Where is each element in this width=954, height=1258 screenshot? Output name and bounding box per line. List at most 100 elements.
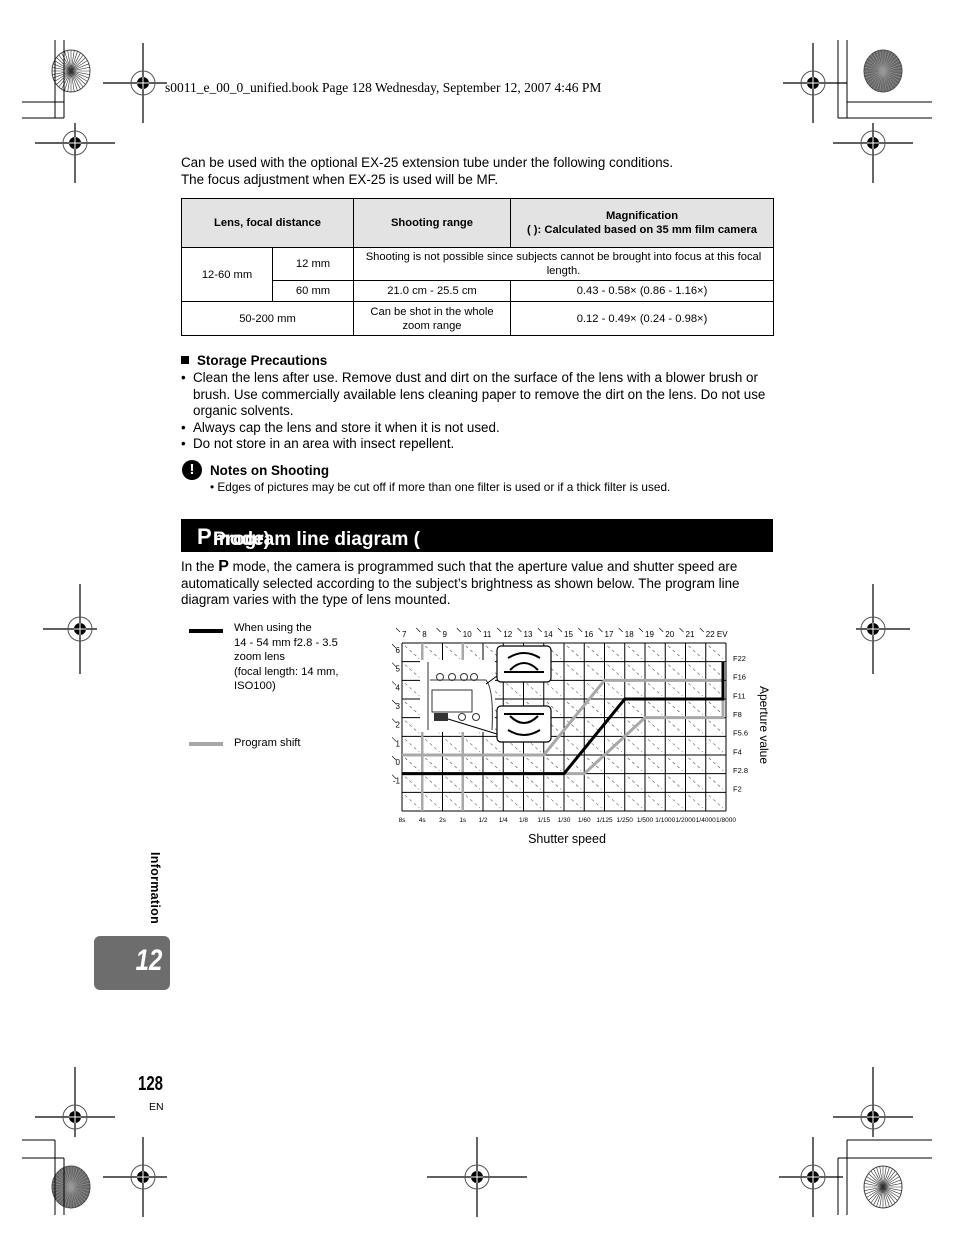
chapter-number: 12 — [135, 944, 162, 977]
x-tick-label: 1s — [459, 817, 467, 824]
ev-diagonal — [668, 776, 683, 790]
ev-tick-mark — [618, 627, 623, 633]
ev-tick-label: 17 — [605, 630, 614, 639]
x-tick-label: 1/60 — [578, 817, 591, 824]
ev-diagonal — [425, 739, 440, 753]
ev-diagonal — [485, 776, 501, 790]
ev-tick-mark — [476, 627, 482, 633]
ev-diagonal — [607, 795, 622, 809]
ev-diagonal — [404, 664, 420, 678]
ev-diagonal — [607, 776, 622, 790]
ev-diagonal — [425, 757, 440, 771]
ev-tick-label: 3 — [396, 702, 401, 711]
x-axis-title: Shutter speed — [528, 832, 606, 846]
ev-diagonal — [587, 701, 602, 715]
x-tick-label: 1/2000 — [676, 817, 696, 824]
ev-tick-mark — [517, 627, 522, 633]
ev-diagonal — [445, 795, 460, 809]
ev-tick-mark — [537, 627, 542, 633]
ev-diagonal — [668, 645, 683, 659]
ev-diagonal — [647, 683, 663, 697]
ev-diagonal — [566, 683, 582, 697]
ev-diagonal — [708, 720, 724, 734]
ev-diagonal — [445, 776, 460, 790]
ev-diagonal — [627, 757, 643, 771]
ev-tick-mark — [578, 627, 583, 633]
ev-diagonal — [566, 776, 582, 790]
ev-diagonal — [647, 664, 663, 678]
ev-tick-mark — [659, 627, 664, 633]
ev-diagonal — [688, 720, 703, 734]
ev-tick-label: 10 — [463, 630, 472, 639]
ev-diagonal — [688, 795, 703, 809]
ev-diagonal — [526, 757, 541, 771]
ev-diagonal — [485, 757, 501, 771]
ev-diagonal — [668, 701, 683, 715]
ev-diagonal — [688, 757, 703, 771]
ev-diagonal — [465, 757, 481, 771]
ev-tick-label: 4 — [396, 683, 401, 692]
ev-diagonal — [546, 757, 562, 771]
ev-tick-label: 8 — [422, 630, 427, 639]
x-tick-label: 1/250 — [617, 817, 634, 824]
x-tick-label: 1/8 — [519, 817, 528, 824]
y-tick-label: F16 — [733, 673, 746, 682]
ev-diagonal — [404, 795, 420, 809]
camera-dial-illustration — [420, 645, 552, 743]
ev-diagonal — [465, 645, 481, 659]
ev-diagonal — [647, 739, 663, 753]
ev-diagonal — [526, 795, 541, 809]
camera-body-bg — [420, 660, 495, 732]
y-axis-title: Aperture value — [757, 686, 771, 764]
ev-diagonal — [506, 776, 521, 790]
ev-diagonal — [404, 739, 420, 753]
ev-tick-label: 15 — [564, 630, 573, 639]
x-tick-label: 1/8000 — [716, 817, 736, 824]
x-tick-label: 1/15 — [537, 817, 550, 824]
ev-diagonal — [445, 757, 460, 771]
page-number: 128 — [138, 1073, 164, 1095]
ev-diagonal — [627, 645, 643, 659]
ev-diagonal — [627, 664, 643, 678]
x-tick-label: 1/4000 — [696, 817, 716, 824]
ev-tick-label: 7 — [402, 630, 407, 639]
ev-diagonal — [688, 683, 703, 697]
ev-diagonal — [587, 645, 602, 659]
ev-diagonal — [647, 757, 663, 771]
ev-diagonal — [708, 739, 724, 753]
ev-tick-label: 16 — [584, 630, 593, 639]
ev-diagonal — [647, 645, 663, 659]
ev-diagonal — [647, 701, 663, 715]
ev-diagonal — [607, 664, 622, 678]
ev-diagonal — [425, 645, 440, 659]
ev-tick-label: 18 — [625, 630, 634, 639]
ev-diagonal — [506, 757, 521, 771]
ev-diagonal — [708, 776, 724, 790]
ev-diagonal — [647, 795, 663, 809]
x-tick-label: 1/1000 — [655, 817, 675, 824]
ev-diagonal — [506, 795, 521, 809]
ev-diagonal — [404, 720, 420, 734]
ev-tick-mark — [699, 627, 704, 633]
ev-tick-mark — [679, 627, 684, 633]
ev-tick-mark — [436, 627, 441, 633]
ev-tick-label: 1 — [396, 739, 401, 748]
ev-diagonal — [708, 683, 724, 697]
ev-diagonal — [465, 776, 481, 790]
ev-diagonal — [425, 795, 440, 809]
ev-tick-label: 21 — [686, 630, 695, 639]
page-language: EN — [149, 1101, 164, 1113]
ev-tick-mark — [557, 627, 563, 633]
ev-tick-mark — [497, 627, 502, 633]
y-tick-label: F2.8 — [733, 766, 748, 775]
ev-diagonal — [465, 739, 481, 753]
ev-diagonal — [688, 776, 703, 790]
ev-diagonal — [425, 776, 440, 790]
ev-tick-mark — [456, 627, 461, 633]
ev-diagonal — [688, 645, 703, 659]
ev-diagonal — [627, 683, 643, 697]
ev-diagonal — [627, 701, 643, 715]
ev-tick-mark — [598, 627, 603, 633]
ev-diagonal — [566, 795, 582, 809]
ev-tick-mark — [416, 627, 421, 633]
